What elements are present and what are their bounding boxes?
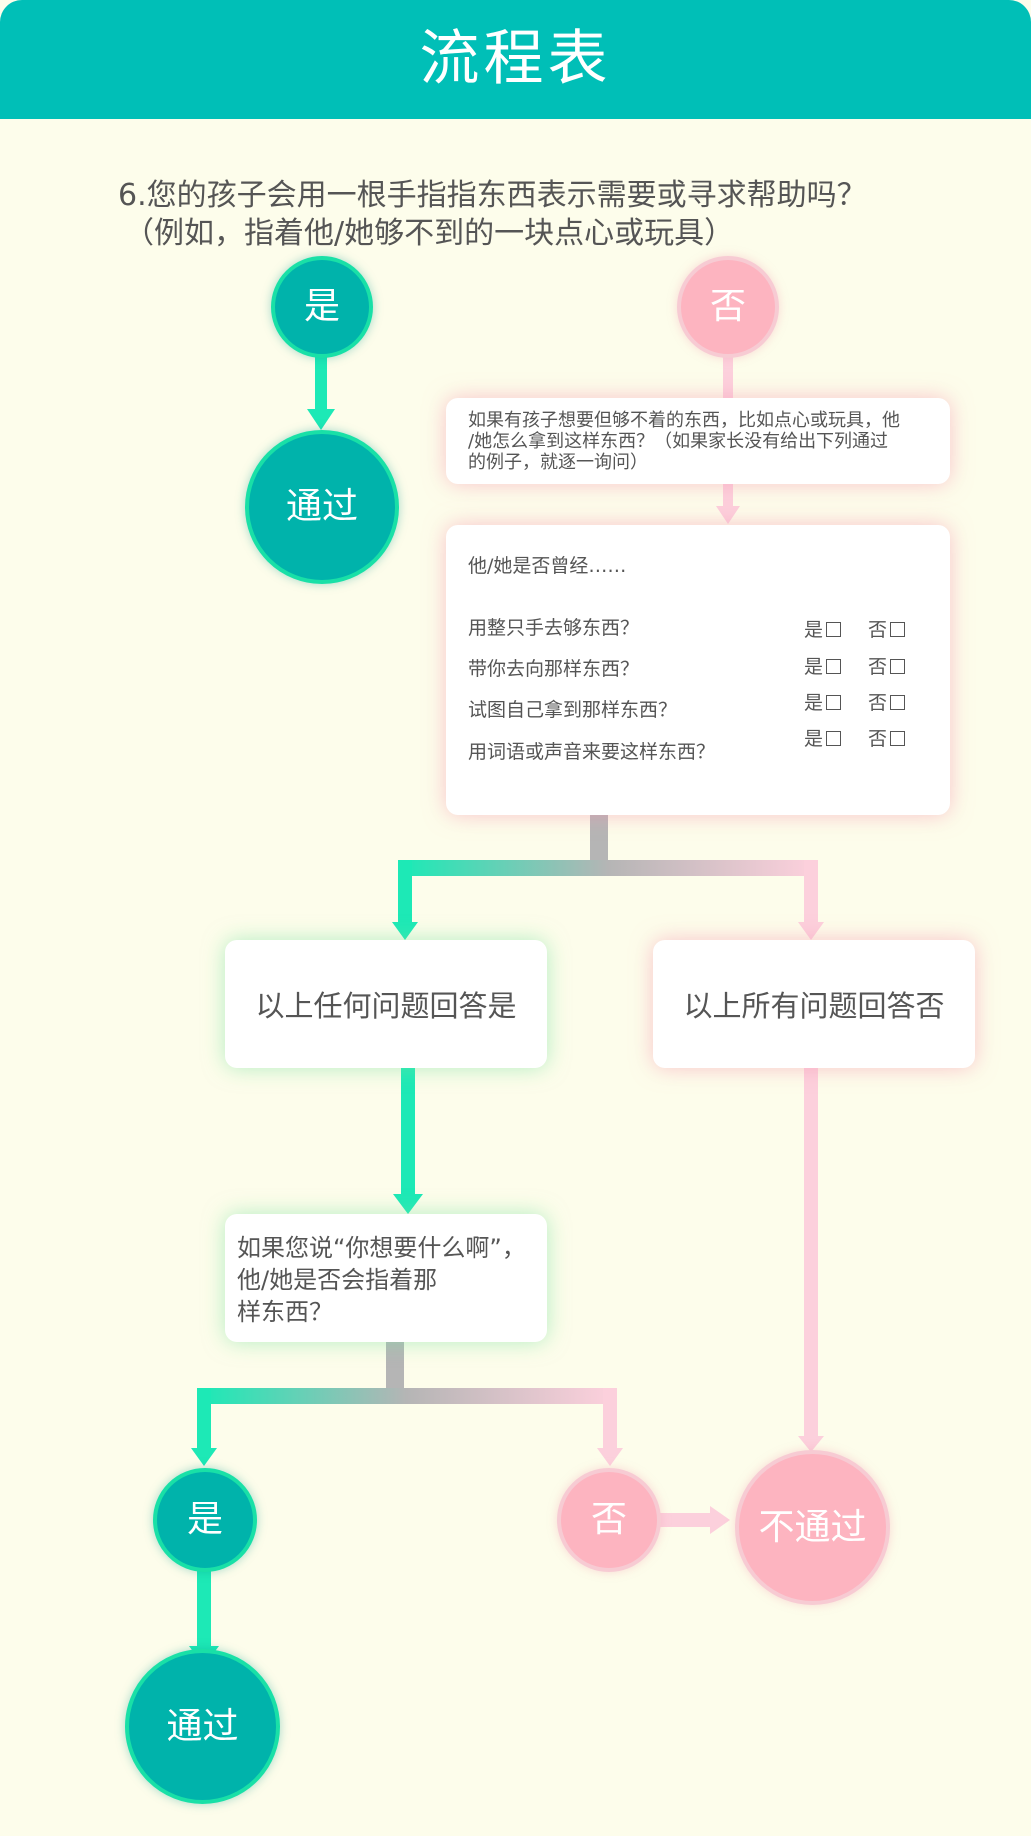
checklist-yes-option[interactable]: 是 <box>804 724 842 751</box>
node-top-yes: 是 <box>271 256 373 358</box>
node-fail: 不通过 <box>735 1450 890 1605</box>
arrowhead <box>716 506 740 524</box>
flowchart-page: { "header": { "title": "流程表" }, "questio… <box>0 0 1031 1836</box>
arrowhead <box>798 922 824 940</box>
node-top-no: 否 <box>677 256 779 358</box>
connector-anyyes-to-ifyousay <box>401 1068 415 1196</box>
arrowhead <box>710 1506 730 1534</box>
all-no-card: 以上所有问题回答否 <box>653 940 975 1068</box>
checklist-item: 用词语或声音来要这样东西？ <box>468 741 716 763</box>
connector-allno-to-fail <box>804 1068 818 1438</box>
arrowhead <box>307 409 335 430</box>
connector-split-bar-2 <box>197 1388 617 1404</box>
checklist-no-option[interactable]: 否 <box>868 615 906 642</box>
checklist-no-option[interactable]: 否 <box>868 652 906 679</box>
checkbox[interactable] <box>826 695 842 710</box>
how-get-question-line2: /她怎么拿到这样东西？（如果家长没有给出下列通过 <box>468 431 889 452</box>
if-you-say-line1: 如果您说“你想要什么啊”， <box>237 1234 526 1262</box>
checkbox[interactable] <box>890 622 906 637</box>
connector-split-bar <box>398 860 818 876</box>
checklist-yes-option[interactable]: 是 <box>804 615 842 642</box>
if-you-say-line2: 他/她是否会指着那 <box>237 1266 438 1294</box>
connector-no-to-question <box>723 355 733 400</box>
arrowhead <box>191 1448 217 1466</box>
checkbox[interactable] <box>890 731 906 746</box>
how-get-question-line3: 的例子，就逐一询问） <box>468 452 648 473</box>
connector-yes-to-pass <box>315 355 327 411</box>
how-get-question-line1: 如果有孩子想要但够不着的东西，比如点心或玩具，他 <box>468 410 900 431</box>
checklist-card: 他/她是否曾经…… 用整只手去够东西？ 是 否 带你去向那样东西？ 是 否 试图… <box>446 525 950 815</box>
checklist-item: 试图自己拿到那样东西？ <box>468 699 678 721</box>
checklist-yes-option[interactable]: 是 <box>804 652 842 679</box>
if-you-say-line3: 样东西？ <box>237 1298 333 1326</box>
connector-split2-left <box>197 1388 211 1450</box>
if-you-say-card: 如果您说“你想要什么啊”， 他/她是否会指着那 样东西？ <box>225 1214 547 1342</box>
checkbox[interactable] <box>890 695 906 710</box>
checklist-intro: 他/她是否曾经…… <box>468 555 627 577</box>
node-bottom-yes: 是 <box>153 1468 257 1572</box>
connector-no-to-fail <box>660 1513 712 1527</box>
connector-bottomyes-to-pass <box>197 1570 211 1648</box>
checkbox[interactable] <box>826 659 842 674</box>
checkbox[interactable] <box>826 622 842 637</box>
connector-question-to-checklist <box>723 484 733 508</box>
arrowhead <box>392 922 418 940</box>
connector-split2-right <box>603 1388 617 1450</box>
checklist-yes-option[interactable]: 是 <box>804 688 842 715</box>
checkbox[interactable] <box>826 731 842 746</box>
arrowhead <box>597 1448 623 1466</box>
connector-ifyousay-stem <box>386 1342 404 1390</box>
connector-split-right <box>804 860 818 924</box>
checklist-no-option[interactable]: 否 <box>868 688 906 715</box>
node-pass-top: 通过 <box>245 430 399 584</box>
node-pass-bottom: 通过 <box>125 1649 280 1804</box>
connector-split-left <box>398 860 412 924</box>
checklist-item: 带你去向那样东西？ <box>468 658 640 680</box>
any-yes-card: 以上任何问题回答是 <box>225 940 547 1068</box>
checkbox[interactable] <box>890 659 906 674</box>
arrowhead <box>393 1194 423 1214</box>
checklist-no-option[interactable]: 否 <box>868 724 906 751</box>
connector-checklist-stem <box>590 815 608 861</box>
node-bottom-no: 否 <box>557 1468 661 1572</box>
all-no-label: 以上所有问题回答否 <box>683 989 945 1023</box>
checklist-item: 用整只手去够东西？ <box>468 617 640 639</box>
how-get-question-card: 如果有孩子想要但够不着的东西，比如点心或玩具，他 /她怎么拿到这样东西？（如果家… <box>446 398 950 484</box>
any-yes-label: 以上任何问题回答是 <box>255 989 517 1023</box>
